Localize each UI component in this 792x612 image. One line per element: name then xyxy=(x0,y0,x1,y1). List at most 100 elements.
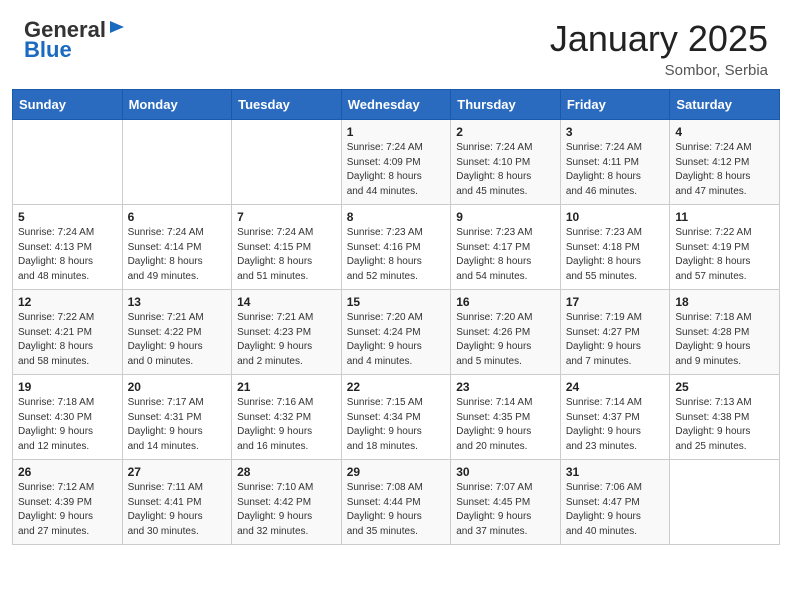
calendar-cell: 2 Sunrise: 7:24 AM Sunset: 4:10 PM Daylig… xyxy=(451,120,561,205)
day-info: Sunrise: 7:23 AM Sunset: 4:17 PM Dayligh… xyxy=(456,226,555,284)
logo: General Blue xyxy=(24,18,126,62)
day-number: 30 xyxy=(456,465,555,479)
calendar-week-row: 1 Sunrise: 7:24 AM Sunset: 4:09 PM Daylig… xyxy=(13,120,780,205)
calendar-cell: 26Sunrise: 7:12 AM Sunset: 4:39 PM Dayli… xyxy=(13,460,123,545)
day-info: Sunrise: 7:21 AM Sunset: 4:23 PM Dayligh… xyxy=(237,311,336,369)
day-info: Sunrise: 7:24 AM Sunset: 4:13 PM Dayligh… xyxy=(18,226,117,284)
calendar-cell: 30 Sunrise: 7:07 AM Sunset: 4:45 PM Dayli… xyxy=(451,460,561,545)
calendar-week-row: 26Sunrise: 7:12 AM Sunset: 4:39 PM Dayli… xyxy=(13,460,780,545)
day-info: Sunrise: 7:06 AM Sunset: 4:47 PM Dayligh… xyxy=(566,481,665,539)
calendar-cell: 5 Sunrise: 7:24 AM Sunset: 4:13 PM Daylig… xyxy=(13,205,123,290)
calendar-cell: 12 Sunrise: 7:22 AM Sunset: 4:21 PM Dayli… xyxy=(13,290,123,375)
day-info: Sunrise: 7:11 AM Sunset: 4:41 PM Dayligh… xyxy=(128,481,227,539)
day-number: 13 xyxy=(128,295,227,309)
calendar-cell: 24Sunrise: 7:14 AM Sunset: 4:37 PM Dayli… xyxy=(560,375,670,460)
day-info: Sunrise: 7:07 AM Sunset: 4:45 PM Dayligh… xyxy=(456,481,555,539)
calendar-cell: 20 Sunrise: 7:17 AM Sunset: 4:31 PM Dayli… xyxy=(122,375,232,460)
day-number: 6 xyxy=(128,210,227,224)
day-info: Sunrise: 7:24 AM Sunset: 4:09 PM Dayligh… xyxy=(347,141,446,199)
day-number: 20 xyxy=(128,380,227,394)
calendar-subtitle: Sombor, Serbia xyxy=(550,62,768,79)
calendar-cell: 28 Sunrise: 7:10 AM Sunset: 4:42 PM Dayli… xyxy=(232,460,342,545)
day-info: Sunrise: 7:24 AM Sunset: 4:12 PM Dayligh… xyxy=(675,141,774,199)
calendar-cell: 21Sunrise: 7:16 AM Sunset: 4:32 PM Dayli… xyxy=(232,375,342,460)
calendar-cell: 27 Sunrise: 7:11 AM Sunset: 4:41 PM Dayli… xyxy=(122,460,232,545)
day-info: Sunrise: 7:13 AM Sunset: 4:38 PM Dayligh… xyxy=(675,396,774,454)
calendar-cell xyxy=(232,120,342,205)
calendar-cell: 15 Sunrise: 7:20 AM Sunset: 4:24 PM Dayli… xyxy=(341,290,451,375)
header-tuesday: Tuesday xyxy=(232,90,342,120)
day-info: Sunrise: 7:14 AM Sunset: 4:37 PM Dayligh… xyxy=(566,396,665,454)
day-number: 14 xyxy=(237,295,336,309)
calendar-title: January 2025 xyxy=(550,18,768,60)
day-number: 31 xyxy=(566,465,665,479)
day-info: Sunrise: 7:18 AM Sunset: 4:30 PM Dayligh… xyxy=(18,396,117,454)
calendar-cell: 4 Sunrise: 7:24 AM Sunset: 4:12 PM Daylig… xyxy=(670,120,780,205)
day-number: 12 xyxy=(18,295,117,309)
page-header: General Blue January 2025 Sombor, Serbia xyxy=(0,0,792,89)
day-number: 1 xyxy=(347,125,446,139)
day-number: 10 xyxy=(566,210,665,224)
day-info: Sunrise: 7:22 AM Sunset: 4:19 PM Dayligh… xyxy=(675,226,774,284)
day-number: 2 xyxy=(456,125,555,139)
calendar-cell: 16 Sunrise: 7:20 AM Sunset: 4:26 PM Dayli… xyxy=(451,290,561,375)
day-info: Sunrise: 7:15 AM Sunset: 4:34 PM Dayligh… xyxy=(347,396,446,454)
day-info: Sunrise: 7:17 AM Sunset: 4:31 PM Dayligh… xyxy=(128,396,227,454)
day-info: Sunrise: 7:19 AM Sunset: 4:27 PM Dayligh… xyxy=(566,311,665,369)
day-info: Sunrise: 7:22 AM Sunset: 4:21 PM Dayligh… xyxy=(18,311,117,369)
day-info: Sunrise: 7:24 AM Sunset: 4:11 PM Dayligh… xyxy=(566,141,665,199)
day-info: Sunrise: 7:20 AM Sunset: 4:24 PM Dayligh… xyxy=(347,311,446,369)
day-info: Sunrise: 7:14 AM Sunset: 4:35 PM Dayligh… xyxy=(456,396,555,454)
day-number: 29 xyxy=(347,465,446,479)
day-info: Sunrise: 7:21 AM Sunset: 4:22 PM Dayligh… xyxy=(128,311,227,369)
day-info: Sunrise: 7:08 AM Sunset: 4:44 PM Dayligh… xyxy=(347,481,446,539)
day-number: 16 xyxy=(456,295,555,309)
day-number: 15 xyxy=(347,295,446,309)
day-info: Sunrise: 7:24 AM Sunset: 4:10 PM Dayligh… xyxy=(456,141,555,199)
day-number: 27 xyxy=(128,465,227,479)
calendar-cell: 17 Sunrise: 7:19 AM Sunset: 4:27 PM Dayli… xyxy=(560,290,670,375)
calendar: Sunday Monday Tuesday Wednesday Thursday… xyxy=(0,89,792,557)
day-number: 18 xyxy=(675,295,774,309)
day-number: 3 xyxy=(566,125,665,139)
day-info: Sunrise: 7:24 AM Sunset: 4:15 PM Dayligh… xyxy=(237,226,336,284)
calendar-cell: 25 Sunrise: 7:13 AM Sunset: 4:38 PM Dayli… xyxy=(670,375,780,460)
header-sunday: Sunday xyxy=(13,90,123,120)
calendar-cell xyxy=(670,460,780,545)
calendar-cell: 3 Sunrise: 7:24 AM Sunset: 4:11 PM Daylig… xyxy=(560,120,670,205)
day-number: 5 xyxy=(18,210,117,224)
calendar-cell: 13 Sunrise: 7:21 AM Sunset: 4:22 PM Dayli… xyxy=(122,290,232,375)
calendar-cell xyxy=(122,120,232,205)
day-number: 23 xyxy=(456,380,555,394)
day-number: 28 xyxy=(237,465,336,479)
calendar-cell: 31 Sunrise: 7:06 AM Sunset: 4:47 PM Dayli… xyxy=(560,460,670,545)
day-number: 7 xyxy=(237,210,336,224)
calendar-cell: 8Sunrise: 7:23 AM Sunset: 4:16 PM Daylig… xyxy=(341,205,451,290)
calendar-cell: 1 Sunrise: 7:24 AM Sunset: 4:09 PM Daylig… xyxy=(341,120,451,205)
day-info: Sunrise: 7:20 AM Sunset: 4:26 PM Dayligh… xyxy=(456,311,555,369)
calendar-cell: 19Sunrise: 7:18 AM Sunset: 4:30 PM Dayli… xyxy=(13,375,123,460)
calendar-cell xyxy=(13,120,123,205)
day-number: 25 xyxy=(675,380,774,394)
calendar-cell: 29 Sunrise: 7:08 AM Sunset: 4:44 PM Dayli… xyxy=(341,460,451,545)
header-monday: Monday xyxy=(122,90,232,120)
calendar-table: Sunday Monday Tuesday Wednesday Thursday… xyxy=(12,89,780,545)
calendar-cell: 18Sunrise: 7:18 AM Sunset: 4:28 PM Dayli… xyxy=(670,290,780,375)
weekday-header-row: Sunday Monday Tuesday Wednesday Thursday… xyxy=(13,90,780,120)
day-number: 26 xyxy=(18,465,117,479)
day-number: 21 xyxy=(237,380,336,394)
logo-flag-icon xyxy=(108,19,126,41)
day-number: 22 xyxy=(347,380,446,394)
day-number: 11 xyxy=(675,210,774,224)
header-wednesday: Wednesday xyxy=(341,90,451,120)
day-info: Sunrise: 7:24 AM Sunset: 4:14 PM Dayligh… xyxy=(128,226,227,284)
day-info: Sunrise: 7:10 AM Sunset: 4:42 PM Dayligh… xyxy=(237,481,336,539)
day-number: 17 xyxy=(566,295,665,309)
calendar-week-row: 12 Sunrise: 7:22 AM Sunset: 4:21 PM Dayli… xyxy=(13,290,780,375)
calendar-cell: 9Sunrise: 7:23 AM Sunset: 4:17 PM Daylig… xyxy=(451,205,561,290)
header-friday: Friday xyxy=(560,90,670,120)
title-block: January 2025 Sombor, Serbia xyxy=(550,18,768,79)
calendar-cell: 6 Sunrise: 7:24 AM Sunset: 4:14 PM Daylig… xyxy=(122,205,232,290)
day-number: 4 xyxy=(675,125,774,139)
day-info: Sunrise: 7:23 AM Sunset: 4:18 PM Dayligh… xyxy=(566,226,665,284)
